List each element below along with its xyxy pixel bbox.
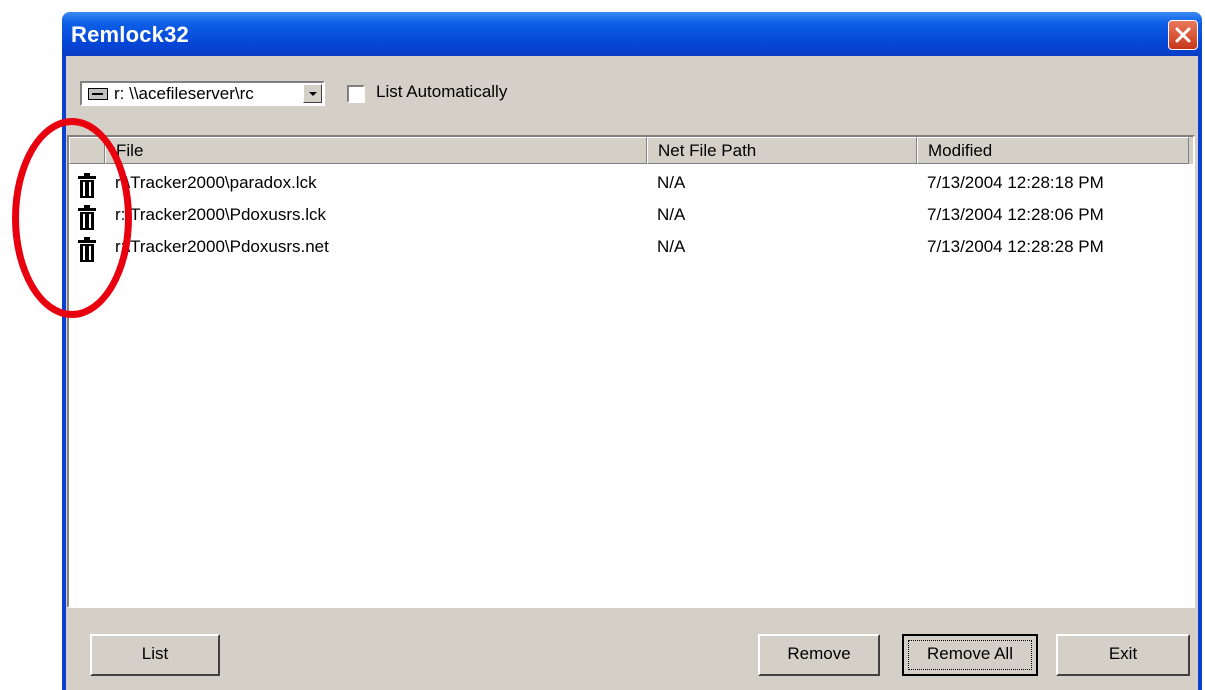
file-cell: r:\Tracker2000\Pdoxusrs.net [115, 237, 329, 256]
focus-rectangle [908, 640, 1032, 670]
modified-cell: 7/13/2004 12:28:28 PM [927, 237, 1104, 256]
lock-file-list[interactable]: File Net File Path Modified r:\Tracker20… [67, 135, 1195, 608]
table-row[interactable]: r:\Tracker2000\Pdoxusrs.net N/A 7/13/200… [69, 233, 1193, 265]
network-drive-icon [88, 88, 108, 100]
table-row[interactable]: r:\Tracker2000\Pdoxusrs.lck N/A 7/13/200… [69, 201, 1193, 233]
list-header: File Net File Path Modified [69, 137, 1193, 164]
client-area: r: \\acefileserver\rc List Automatically… [66, 56, 1198, 690]
highlight-circle-annotation [12, 118, 132, 318]
remove-button[interactable]: Remove [758, 634, 880, 676]
column-header-file[interactable]: File [105, 137, 647, 164]
list-automatically-checkbox[interactable] [347, 85, 365, 103]
modified-cell: 7/13/2004 12:28:18 PM [927, 173, 1104, 192]
title-bar[interactable]: Remlock32 [62, 12, 1202, 56]
column-header-modified[interactable]: Modified [917, 137, 1189, 164]
net-path-cell: N/A [657, 237, 686, 256]
chevron-down-icon[interactable] [303, 84, 322, 103]
button-bar: List Remove Remove All Exit [66, 614, 1196, 684]
window-title: Remlock32 [71, 22, 189, 47]
net-path-cell: N/A [657, 205, 686, 224]
remove-all-button[interactable]: Remove All [902, 634, 1038, 676]
close-button[interactable] [1168, 20, 1198, 50]
net-path-cell: N/A [657, 173, 686, 192]
file-cell: r:\Tracker2000\paradox.lck [115, 173, 317, 192]
exit-button[interactable]: Exit [1056, 634, 1190, 676]
list-button[interactable]: List [90, 634, 220, 676]
column-header-net-file-path[interactable]: Net File Path [647, 137, 917, 164]
drive-select[interactable]: r: \\acefileserver\rc [80, 81, 325, 106]
drive-select-value: r: \\acefileserver\rc [114, 84, 254, 103]
table-row[interactable]: r:\Tracker2000\paradox.lck N/A 7/13/2004… [69, 169, 1193, 201]
toolbar: r: \\acefileserver\rc List Automatically [66, 56, 1194, 106]
list-automatically-label[interactable]: List Automatically [376, 82, 507, 102]
close-icon [1175, 27, 1191, 43]
file-cell: r:\Tracker2000\Pdoxusrs.lck [115, 205, 326, 224]
modified-cell: 7/13/2004 12:28:06 PM [927, 205, 1104, 224]
remlock32-window: Remlock32 r: \\acefileserver\rc List Aut… [62, 12, 1202, 690]
